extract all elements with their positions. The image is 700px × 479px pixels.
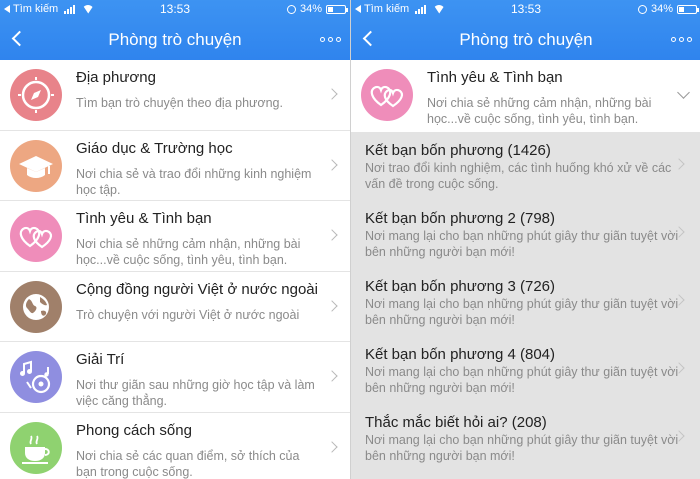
room-desc: Nơi mang lại cho bạn những phút giây thư… — [365, 229, 679, 259]
chat-room-list: Kết bạn bốn phương (1426) Nơi trao đổi k… — [351, 132, 700, 472]
chevron-right-icon — [326, 440, 338, 453]
battery-icon — [677, 4, 699, 14]
chat-room-item[interactable]: Thắc mắc biết hỏi ai? (208) Nơi mang lại… — [351, 404, 700, 472]
page-title: Phòng trò chuyện — [108, 30, 242, 49]
hearts-icon — [10, 210, 62, 262]
category-item[interactable]: Giáo dục & Trường học Nơi chia sẻ và tra… — [0, 131, 350, 201]
music-notes-icon — [10, 351, 62, 403]
status-bar: Tìm kiếm 13:53 34% — [0, 0, 350, 18]
category-title: Phong cách sống — [76, 421, 192, 439]
page-title: Phòng trò chuyện — [459, 30, 593, 49]
room-desc: Nơi mang lại cho bạn những phút giây thư… — [365, 297, 679, 327]
category-title: Tình yêu & Tình bạn — [427, 69, 563, 86]
rotation-lock-icon — [637, 4, 647, 14]
coffee-cup-icon — [10, 421, 62, 474]
category-title: Tình yêu & Tình bạn — [76, 210, 212, 227]
more-dot-icon — [687, 37, 692, 42]
category-title: Giải Trí — [76, 351, 125, 368]
category-item[interactable]: Cộng đồng người Việt ở nước ngoài Trò ch… — [0, 272, 350, 342]
category-desc: Nơi thư giãn sau những giờ học tập và là… — [76, 378, 315, 408]
category-item[interactable]: Địa phương Tìm bạn trò chuyện theo địa p… — [0, 60, 350, 131]
room-title: Thắc mắc biết hỏi ai? (208) — [365, 414, 547, 431]
chat-room-item[interactable]: Kết bạn bốn phương (1426) Nơi trao đổi k… — [351, 132, 700, 200]
more-dot-icon — [671, 37, 676, 42]
chat-room-item[interactable]: Kết bạn bốn phương 2 (798) Nơi mang lại … — [351, 200, 700, 268]
chevron-right-icon — [326, 370, 338, 382]
category-item[interactable]: Giải Trí Nơi thư giãn sau những giờ học … — [0, 342, 350, 413]
more-dot-icon — [320, 37, 325, 42]
room-desc: Nơi trao đổi kinh nghiệm, các tình huống… — [365, 161, 672, 191]
category-title: Giáo dục & Trường học — [76, 139, 233, 157]
rotation-lock-icon — [286, 4, 296, 14]
room-desc: Nơi mang lại cho bạn những phút giây thư… — [365, 365, 679, 395]
room-title: Kết bạn bốn phương (1426) — [365, 142, 551, 159]
graduation-cap-icon — [10, 139, 62, 192]
hearts-icon — [361, 69, 413, 121]
category-desc: Tìm bạn trò chuyện theo địa phương. — [76, 96, 283, 110]
chevron-down-icon[interactable] — [677, 86, 690, 99]
header: Tìm kiếm 13:53 34% Phòng trò chuyện — [351, 0, 700, 60]
chevron-right-icon — [326, 299, 338, 312]
globe-icon — [10, 280, 62, 333]
room-desc: Nơi mang lại cho bạn những phút giây thư… — [365, 433, 679, 463]
compass-icon — [10, 69, 62, 121]
right-screen: Tìm kiếm 13:53 34% Phòng trò chuyện Tình… — [350, 0, 700, 479]
category-desc: Nơi chia sẻ những cảm nhận, những bài họ… — [427, 96, 652, 126]
category-item[interactable]: Tình yêu & Tình bạn Nơi chia sẻ những cả… — [0, 201, 350, 272]
more-dot-icon — [679, 37, 684, 42]
category-desc: Nơi chia sẻ những cảm nhận, những bài họ… — [76, 237, 301, 267]
more-button[interactable] — [320, 37, 341, 42]
category-desc: Nơi chia sẻ và trao đổi những kinh nghiệ… — [76, 166, 312, 197]
chat-room-item[interactable]: Kết bạn bốn phương 3 (726) Nơi mang lại … — [351, 268, 700, 336]
chevron-right-icon — [326, 88, 338, 100]
category-title: Cộng đồng người Việt ở nước ngoài — [76, 280, 318, 298]
battery-icon — [326, 4, 348, 14]
battery-percent: 34% — [299, 3, 322, 15]
room-title: Kết bạn bốn phương 3 (726) — [365, 278, 556, 295]
more-dot-icon — [336, 37, 341, 42]
category-title: Địa phương — [76, 69, 156, 86]
battery-percent: 34% — [650, 3, 673, 15]
category-desc: Trò chuyện với người Việt ở nước ngoài — [76, 307, 300, 322]
category-list: Địa phương Tìm bạn trò chuyện theo địa p… — [0, 60, 350, 479]
selected-category[interactable]: Tình yêu & Tình bạn Nơi chia sẻ những cả… — [351, 60, 700, 132]
category-item[interactable]: Phong cách sống Nơi chia sẻ các quan điể… — [0, 413, 350, 479]
header: Tìm kiếm 13:53 34% Phòng trò chuyện — [0, 0, 350, 60]
chevron-right-icon — [326, 229, 338, 241]
room-title: Kết bạn bốn phương 4 (804) — [365, 346, 556, 363]
chat-room-item[interactable]: Kết bạn bốn phương 4 (804) Nơi mang lại … — [351, 336, 700, 404]
chevron-right-icon — [326, 158, 338, 171]
category-desc: Nơi chia sẻ các quan điểm, sở thích của … — [76, 448, 300, 479]
more-dot-icon — [328, 37, 333, 42]
room-title: Kết bạn bốn phương 2 (798) — [365, 210, 556, 227]
more-button[interactable] — [671, 37, 692, 42]
status-bar: Tìm kiếm 13:53 34% — [351, 0, 700, 18]
left-screen: Tìm kiếm 13:53 34% Phòng trò chuyện Địa … — [0, 0, 350, 479]
